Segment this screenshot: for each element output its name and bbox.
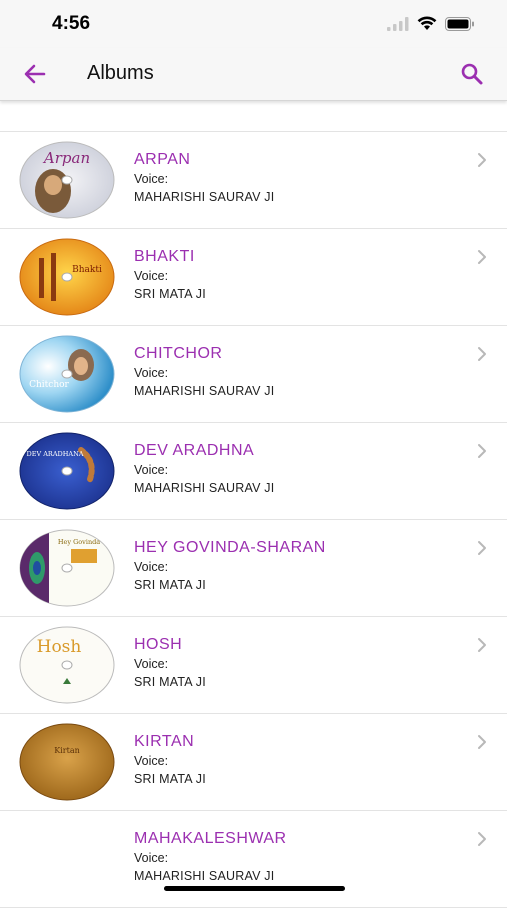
voice-label: Voice: bbox=[134, 657, 169, 671]
cover-text: Kirtan bbox=[54, 746, 80, 755]
voice-value: SRI MATA JI bbox=[134, 578, 206, 592]
cover-text: Bhakti bbox=[72, 265, 102, 275]
cover-text: DEV ARADHANA bbox=[27, 450, 84, 458]
status-bar: 4:56 bbox=[0, 0, 507, 48]
voice-value: MAHARISHI SAURAV JI bbox=[134, 869, 275, 883]
wifi-icon bbox=[417, 16, 437, 30]
album-row[interactable]: DEV ARADHANA DEV ARADHNA Voice: MAHARISH… bbox=[0, 423, 507, 520]
voice-label: Voice: bbox=[134, 851, 169, 865]
nav-bar: Albums bbox=[0, 48, 507, 101]
voice-label: Voice: bbox=[134, 269, 169, 283]
album-cover: DEV ARADHANA bbox=[19, 432, 115, 510]
cover-text: Arpan bbox=[42, 149, 90, 167]
voice-value: MAHARISHI SAURAV JI bbox=[134, 190, 275, 204]
album-title: ARPAN bbox=[134, 151, 191, 168]
home-indicator bbox=[164, 886, 345, 891]
battery-icon bbox=[445, 16, 474, 31]
search-button[interactable] bbox=[459, 61, 485, 87]
album-title: DEV ARADHNA bbox=[134, 442, 255, 459]
voice-label: Voice: bbox=[134, 463, 169, 477]
chevron-right-icon bbox=[478, 250, 486, 264]
chevron-right-icon bbox=[478, 347, 486, 361]
page-title: Albums bbox=[87, 62, 154, 84]
status-time: 4:56 bbox=[52, 13, 91, 34]
album-row[interactable]: Arpan ARPAN Voice: MAHARISHI SAURAV JI bbox=[0, 132, 507, 229]
voice-label: Voice: bbox=[134, 172, 169, 186]
album-title: KIRTAN bbox=[134, 733, 195, 750]
album-cover: Chitchor bbox=[19, 335, 115, 413]
album-list: Arpan ARPAN Voice: MAHARISHI SAURAV JI B… bbox=[0, 131, 507, 908]
voice-label: Voice: bbox=[134, 560, 169, 574]
cover-text: Hosh bbox=[37, 637, 82, 657]
album-row[interactable]: Hey Govinda HEY GOVINDA-SHARAN Voice: SR… bbox=[0, 520, 507, 617]
chevron-right-icon bbox=[478, 541, 486, 555]
signal-icon bbox=[387, 16, 409, 31]
album-row[interactable]: MAHAKALESHWAR Voice: MAHARISHI SAURAV JI bbox=[0, 811, 507, 908]
album-row[interactable]: Bhakti BHAKTI Voice: SRI MATA JI bbox=[0, 229, 507, 326]
voice-value: SRI MATA JI bbox=[134, 287, 206, 301]
chevron-right-icon bbox=[478, 638, 486, 652]
voice-label: Voice: bbox=[134, 754, 169, 768]
album-title: MAHAKALESHWAR bbox=[134, 830, 287, 847]
chevron-right-icon bbox=[478, 153, 486, 167]
back-button[interactable] bbox=[22, 61, 48, 87]
album-cover: Hey Govinda bbox=[19, 529, 115, 607]
voice-label: Voice: bbox=[134, 366, 169, 380]
chevron-right-icon bbox=[478, 444, 486, 458]
album-row[interactable]: Kirtan KIRTAN Voice: SRI MATA JI bbox=[0, 714, 507, 811]
arrow-left-icon bbox=[24, 64, 46, 84]
voice-value: SRI MATA JI bbox=[134, 675, 206, 689]
cover-text: Chitchor bbox=[29, 380, 69, 390]
status-icons bbox=[387, 16, 475, 31]
album-row[interactable]: Hosh HOSH Voice: SRI MATA JI bbox=[0, 617, 507, 714]
album-cover: Bhakti bbox=[19, 238, 115, 316]
voice-value: MAHARISHI SAURAV JI bbox=[134, 384, 275, 398]
album-title: HOSH bbox=[134, 636, 183, 653]
chevron-right-icon bbox=[478, 832, 486, 846]
album-title: CHITCHOR bbox=[134, 345, 223, 362]
voice-value: MAHARISHI SAURAV JI bbox=[134, 481, 275, 495]
album-title: HEY GOVINDA-SHARAN bbox=[134, 539, 326, 556]
voice-value: SRI MATA JI bbox=[134, 772, 206, 786]
album-row[interactable]: Chitchor CHITCHOR Voice: MAHARISHI SAURA… bbox=[0, 326, 507, 423]
album-title: BHAKTI bbox=[134, 248, 195, 265]
search-icon bbox=[461, 63, 483, 85]
chevron-right-icon bbox=[478, 735, 486, 749]
cover-text: Hey Govinda bbox=[58, 538, 100, 546]
album-cover: Arpan bbox=[19, 141, 115, 219]
album-cover: Hosh bbox=[19, 626, 115, 704]
album-cover: Kirtan bbox=[19, 723, 115, 801]
